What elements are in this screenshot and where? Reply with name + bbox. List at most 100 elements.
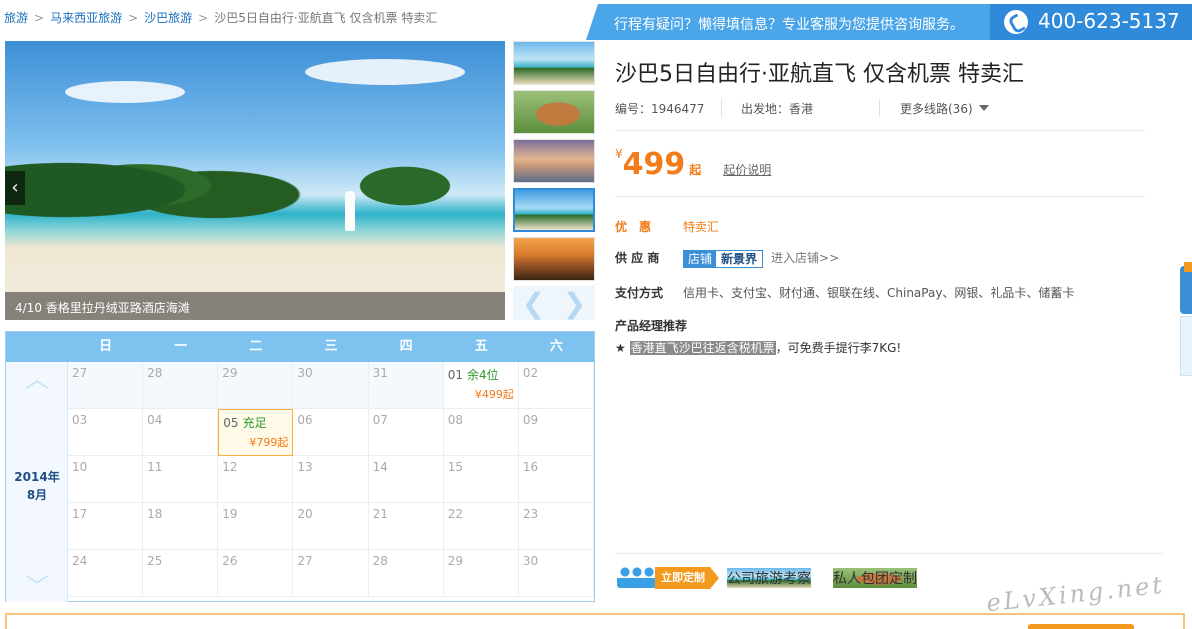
cloud-shape bbox=[305, 59, 465, 85]
weekday-label: 一 bbox=[174, 339, 188, 354]
calendar-day: 25 bbox=[143, 550, 219, 597]
breadcrumb-separator: > bbox=[34, 11, 45, 25]
day-number: 05 bbox=[223, 416, 239, 430]
palm-trees bbox=[5, 136, 305, 226]
weekday-label: 四 bbox=[399, 339, 413, 354]
departure-calendar: 日 一 二 三 四 五 六 ︿ 2014年 8月 ﹀ 27 28 29 30 31 01 余… bbox=[5, 331, 595, 602]
weekday-label: 二 bbox=[249, 339, 263, 354]
day-number: 19 bbox=[222, 507, 238, 521]
service-bar: 行程有疑问？懒得填信息？专业客服为您提供咨询服务。 400-623-5137 bbox=[586, 4, 1192, 40]
calendar-day[interactable]: 05 充足 ¥799起 bbox=[218, 409, 294, 456]
calendar-day: 11 bbox=[143, 456, 219, 503]
calendar-month-panel: ︿ 2014年 8月 ﹀ bbox=[6, 362, 68, 602]
calendar-day: 26 bbox=[218, 550, 294, 597]
calendar-day: 29 bbox=[443, 550, 519, 597]
day-number: 11 bbox=[147, 460, 163, 474]
bottom-section-border bbox=[5, 613, 1185, 629]
day-number: 20 bbox=[297, 507, 313, 521]
calendar-day[interactable]: 01 余4位 ¥499起 bbox=[443, 362, 519, 409]
person-figure bbox=[345, 191, 355, 231]
people-group-icon bbox=[617, 566, 657, 588]
payment-methods: 信用卡、支付宝、财付通、银联在线、ChinaPay、网银、礼品卡、储蓄卡 bbox=[683, 286, 1075, 300]
calendar-day: 28 bbox=[368, 550, 444, 597]
thumbnail[interactable] bbox=[513, 90, 595, 134]
breadcrumb-link-malaysia[interactable]: 马来西亚旅游 bbox=[50, 11, 122, 25]
calendar-day: 27 bbox=[68, 362, 144, 409]
calendar-day: 28 bbox=[143, 362, 219, 409]
prev-photo-button[interactable]: ‹ bbox=[5, 171, 25, 205]
calendar-day: 12 bbox=[218, 456, 294, 503]
calendar-day: 04 bbox=[143, 409, 219, 456]
weekday-label: 三 bbox=[324, 339, 338, 354]
day-number: 25 bbox=[147, 554, 163, 568]
enter-store-link[interactable]: 进入店铺>> bbox=[771, 251, 839, 265]
next-month-icon[interactable]: ﹀ bbox=[20, 575, 54, 599]
private-group-link[interactable]: 私人包团定制 bbox=[833, 568, 917, 588]
day-number: 22 bbox=[447, 507, 463, 521]
calendar-day: 13 bbox=[293, 456, 369, 503]
supplier-badge[interactable]: 店铺 新景界 bbox=[683, 249, 764, 268]
day-number: 03 bbox=[72, 413, 88, 427]
currency-symbol: ¥ bbox=[615, 147, 623, 161]
company-tour-link[interactable]: 公司旅游考察 bbox=[727, 568, 811, 588]
day-number: 30 bbox=[522, 554, 539, 568]
calendar-day: 27 bbox=[293, 550, 369, 597]
breadcrumb-current: 沙巴5日自由行·亚航直飞 仅含机票 特卖汇 bbox=[214, 11, 438, 25]
calendar-weekday-header: 日 一 二 三 四 五 六 bbox=[6, 332, 594, 362]
price-value: 499 bbox=[622, 147, 686, 182]
day-number: 23 bbox=[522, 507, 539, 521]
divider bbox=[615, 130, 1145, 131]
more-routes-dropdown[interactable]: 更多线路(36) bbox=[900, 100, 989, 117]
prev-month-icon[interactable]: ︿ bbox=[20, 367, 54, 391]
main-photo[interactable]: ‹ 4/10 香格里拉丹绒亚路酒店海滩 bbox=[5, 41, 505, 320]
phone-box: 400-623-5137 bbox=[990, 4, 1192, 40]
calendar-day: 24 bbox=[68, 550, 144, 597]
day-number: 26 bbox=[222, 554, 238, 568]
cloud-shape bbox=[65, 81, 185, 103]
custom-now-button[interactable]: 立即定制 bbox=[655, 567, 719, 589]
calendar-day: 16 bbox=[518, 456, 594, 503]
divider bbox=[615, 553, 1163, 554]
recommend-heading: 产品经理推荐 bbox=[615, 319, 688, 333]
chevron-down-icon bbox=[978, 105, 989, 111]
day-number: 10 bbox=[72, 460, 88, 474]
day-number: 15 bbox=[447, 460, 463, 474]
day-number: 14 bbox=[372, 460, 388, 474]
weekday-label: 六 bbox=[549, 339, 563, 354]
store-badge-icon: 店铺 bbox=[684, 250, 717, 267]
meta-divider bbox=[879, 99, 880, 117]
day-number: 28 bbox=[372, 554, 388, 568]
price-suffix: 起 bbox=[689, 163, 702, 177]
thumb-next-icon[interactable]: ❯ bbox=[563, 287, 586, 320]
day-number: 31 bbox=[372, 366, 388, 380]
day-number: 27 bbox=[297, 554, 313, 568]
phone-icon bbox=[1004, 10, 1028, 34]
calendar-day: 23 bbox=[518, 503, 594, 550]
day-price: ¥799起 bbox=[249, 436, 289, 449]
side-float-tab[interactable] bbox=[1180, 262, 1192, 314]
breadcrumb-link-sabah[interactable]: 沙巴旅游 bbox=[144, 11, 192, 25]
thumbnail[interactable] bbox=[513, 41, 595, 85]
day-number: 04 bbox=[147, 413, 163, 427]
calendar-month: 8月 bbox=[26, 488, 48, 502]
calendar-day: 20 bbox=[293, 503, 369, 550]
thumbnail-active[interactable] bbox=[513, 188, 595, 232]
day-number: 07 bbox=[372, 413, 388, 427]
price-explain-link[interactable]: 起价说明 bbox=[723, 163, 771, 177]
promo-value[interactable]: 特卖汇 bbox=[683, 220, 719, 234]
thumb-prev-icon[interactable]: ❮ bbox=[522, 287, 545, 320]
calendar-day: 29 bbox=[218, 362, 294, 409]
calendar-year: 2014年 bbox=[14, 470, 60, 484]
calendar-grid: 27 28 29 30 31 01 余4位 ¥499起 02 03 04 05 充足 ¥799起 06 07 0… bbox=[68, 362, 594, 602]
calendar-day: 17 bbox=[68, 503, 144, 550]
thumbnail[interactable] bbox=[513, 237, 595, 281]
day-number: 01 bbox=[447, 368, 463, 382]
side-float-panel[interactable] bbox=[1180, 316, 1192, 376]
breadcrumb-link-travel[interactable]: 旅游 bbox=[4, 11, 28, 25]
bottom-action-button[interactable] bbox=[1028, 624, 1134, 629]
calendar-day: 21 bbox=[368, 503, 444, 550]
service-message[interactable]: 行程有疑问？懒得填信息？专业客服为您提供咨询服务。 bbox=[614, 14, 964, 34]
thumbnail[interactable] bbox=[513, 139, 595, 183]
calendar-day: 18 bbox=[143, 503, 219, 550]
calendar-day: 22 bbox=[443, 503, 519, 550]
